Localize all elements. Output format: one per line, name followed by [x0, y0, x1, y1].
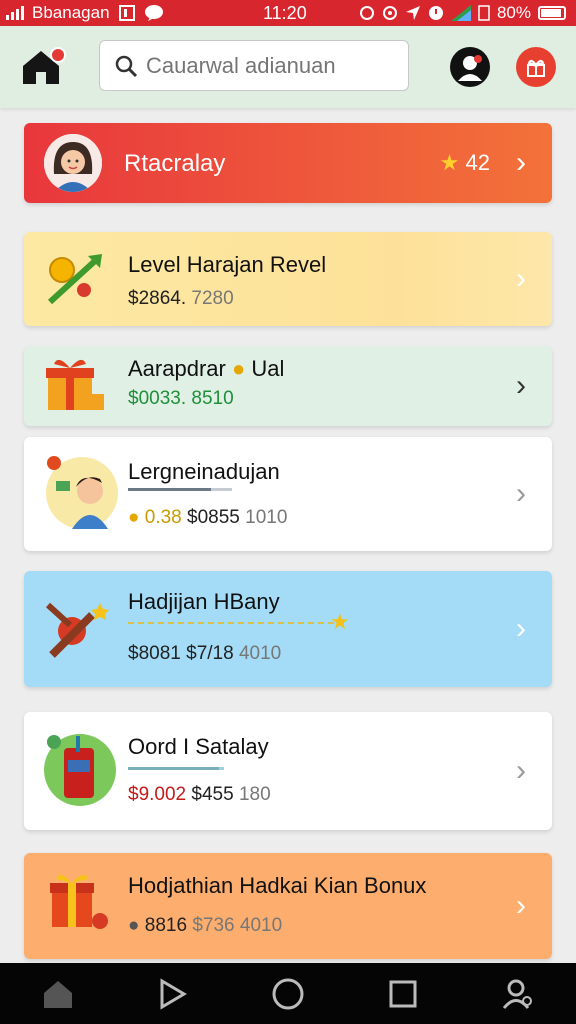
card-title: Level Harajan Revel: [128, 252, 327, 277]
soda-can-icon: [44, 734, 116, 806]
gift-button[interactable]: [516, 47, 556, 87]
avatar: [44, 134, 102, 192]
profile-icon: [458, 55, 482, 81]
profile-card[interactable]: Rtacralay ★ 42 ›: [24, 123, 552, 203]
gift-icon: [527, 59, 545, 77]
nav-profile-button[interactable]: [498, 974, 538, 1014]
play-icon: [160, 977, 187, 1010]
chevron-right-icon: ›: [516, 477, 526, 510]
nav-recents-button[interactable]: [383, 974, 423, 1014]
chevron-right-icon: ›: [516, 612, 526, 645]
nav-home-button[interactable]: [38, 974, 78, 1014]
profile-name: Rtacralay: [124, 150, 226, 177]
card-title: Lergneinadujan: [128, 459, 280, 484]
nav-home-circle-button[interactable]: [268, 974, 308, 1014]
star-count: ★ 42: [439, 150, 490, 175]
status-bar: Bbanagan 11:20 80%: [0, 0, 576, 26]
card-amount: $8081 $7/18 4010: [128, 643, 282, 664]
square-icon: [389, 980, 417, 1007]
card-title: Oord I Satalay: [128, 734, 269, 759]
reward-card[interactable]: Hadjijan HBany ★ $8081 $7/18 4010 ›: [24, 571, 552, 687]
app-header: [0, 26, 576, 108]
coin-icon: ●: [128, 915, 140, 936]
reward-card[interactable]: Lergneinadujan ● 0.38 $0855 1010 ›: [24, 437, 552, 551]
card-amount: $9.002 $455 180: [128, 784, 271, 805]
battery-percent: 80%: [496, 3, 531, 22]
alarm-icon: [428, 6, 443, 20]
coin-icon: ●: [231, 356, 246, 381]
reward-card[interactable]: Hodjathian Hadkai Kian Bonux ● 8816 $736…: [24, 853, 552, 959]
reward-card[interactable]: Level Harajan Revel $2864. 7280 ›: [24, 232, 552, 326]
progress-bar: [128, 622, 344, 624]
guitar-icon: [45, 602, 109, 658]
card-title: Hadjijan HBany: [128, 589, 280, 614]
home-icon: [43, 980, 72, 1008]
gift-box-icon: [50, 874, 108, 929]
chevron-right-icon: ›: [516, 754, 526, 787]
boy-avatar-icon: [46, 456, 118, 529]
card-amount: $2864. 7280: [128, 288, 234, 309]
user-search-icon: [503, 979, 533, 1009]
location-icon: [382, 6, 397, 20]
carrier-label: Bbanagan: [32, 3, 110, 22]
signal-icon: [6, 6, 24, 20]
chevron-right-icon: ›: [516, 889, 526, 922]
search-bar[interactable]: [99, 40, 409, 91]
circle-icon: [272, 978, 304, 1009]
send-icon: [405, 6, 420, 20]
card-amount: ● 0.38 $0855 1010: [128, 507, 288, 528]
sync-icon: [359, 6, 374, 20]
card-amount: ● 8816 $736 4010: [128, 915, 283, 936]
battery-icon: [538, 6, 566, 20]
wifi-icon: [450, 5, 471, 21]
profile-button[interactable]: [450, 47, 490, 87]
notification-badge: [50, 47, 66, 63]
reward-card[interactable]: Aarapdrar ● Ual $0033. 8510 ›: [24, 346, 552, 426]
search-icon: [115, 55, 138, 77]
reward-card[interactable]: Oord I Satalay $9.002 $455 180 ›: [24, 712, 552, 830]
card-title: Hodjathian Hadkai Kian Bonux: [128, 873, 427, 898]
gift-box-icon: [46, 359, 104, 410]
star-icon: ★: [439, 150, 460, 175]
coin-arrow-icon: [47, 254, 102, 305]
card-amount: $0033. 8510: [128, 388, 234, 409]
search-input[interactable]: [144, 51, 398, 80]
chevron-right-icon: ›: [516, 146, 526, 179]
star-icon: ★: [330, 609, 350, 634]
progress-bar: [128, 488, 232, 491]
card-title: Aarapdrar ● Ual: [128, 356, 285, 381]
calendar-icon: [118, 5, 135, 21]
navigation-bar: [0, 963, 576, 1024]
coin-icon: ●: [128, 507, 140, 528]
nav-play-button[interactable]: [153, 974, 193, 1014]
status-time: 11:20: [263, 3, 307, 23]
chevron-right-icon: ›: [516, 369, 526, 402]
chevron-right-icon: ›: [516, 262, 526, 295]
chat-bubble-icon: [144, 5, 163, 21]
progress-bar: [128, 767, 224, 770]
sim-icon: [478, 5, 490, 21]
